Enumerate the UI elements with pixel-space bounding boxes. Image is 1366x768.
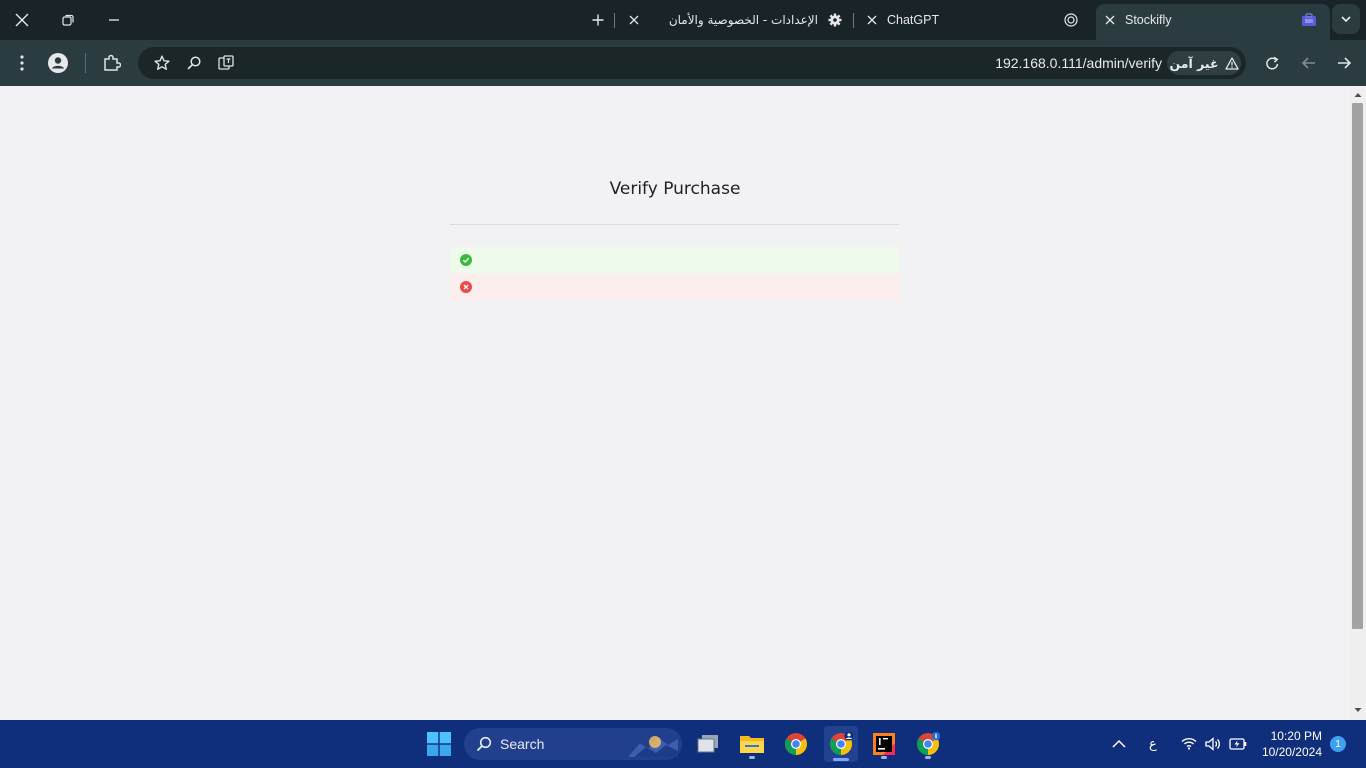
chrome-badge-icon [917,732,940,755]
profile-avatar-icon [48,53,68,73]
chrome-profile-button[interactable] [824,726,858,762]
security-label: غير آمن [1169,55,1219,71]
wifi-icon [1181,737,1197,750]
windows-start-icon [427,732,451,756]
reload-button[interactable] [1257,48,1287,78]
extensions-button[interactable] [97,48,127,78]
tab-title: الإعدادات - الخصوصية والأمان [668,13,818,27]
translate-button[interactable] [211,48,241,78]
volume-icon [1205,737,1220,751]
close-icon [1105,15,1115,25]
error-circle-icon [460,281,472,293]
minimize-icon [109,19,119,21]
plus-icon [592,14,604,26]
bookmark-star-button[interactable] [147,48,177,78]
verification-success-row [450,247,899,273]
divider [450,224,899,225]
search-icon [476,736,492,752]
translate-icon [218,55,234,70]
chrome-app-button[interactable] [912,728,944,760]
active-indicator [833,758,849,761]
forward-button[interactable] [1329,48,1359,78]
toolbar-separator [85,53,86,73]
scroll-up-arrow-icon[interactable] [1354,92,1362,98]
taskbar-search-box[interactable]: Search [464,728,682,760]
page-content: Verify Purchase [0,87,1350,720]
input-language-indicator[interactable]: ع [1149,737,1157,752]
chrome-button[interactable] [780,728,812,760]
tab-title: ChatGPT [887,13,940,27]
reload-icon [1265,56,1279,70]
profile-button[interactable] [43,48,73,78]
stockifly-favicon-icon [1302,13,1316,26]
chatgpt-logo-icon [1064,13,1078,27]
address-bar[interactable]: 192.168.0.111/admin/verify غير آمن [138,47,1246,79]
clock-button[interactable]: 10:20 PM 10/20/2024 [1256,726,1328,762]
show-hidden-icons-button[interactable] [1108,734,1130,754]
minimize-window-button[interactable] [98,6,130,34]
tab-close-button[interactable] [1101,11,1119,29]
tab-chatgpt[interactable]: ChatGPT [856,4,1090,36]
search-placeholder: Search [500,736,545,752]
url-text[interactable]: 192.168.0.111/admin/verify [995,55,1162,71]
running-indicator [749,756,755,759]
puzzle-icon [104,54,121,71]
back-button[interactable] [1293,48,1323,78]
battery-charging-icon [1229,738,1247,750]
notification-badge[interactable]: 1 [1330,736,1346,752]
arrow-right-icon [1337,57,1351,69]
close-icon [629,15,639,25]
browser-menu-button[interactable] [7,48,37,78]
verification-error-row [450,274,899,300]
zoom-button[interactable] [179,48,209,78]
gear-icon [828,13,842,27]
chevron-down-icon [1341,15,1351,22]
arrow-left-icon [1301,57,1315,69]
close-window-button[interactable] [6,6,38,34]
check-circle-icon [460,254,472,266]
file-explorer-button[interactable] [736,728,768,760]
chevron-up-icon [1112,739,1126,748]
intellij-icon [873,733,895,755]
intellij-button[interactable] [868,728,900,760]
running-indicator [881,756,887,759]
tab-stockifly[interactable]: Stockifly [1096,4,1330,40]
task-view-button[interactable] [692,728,724,760]
tab-close-button[interactable] [625,11,643,29]
scrollbar-thumb[interactable] [1352,103,1363,629]
clock-time: 10:20 PM [1270,729,1322,743]
new-tab-button[interactable] [589,11,607,29]
restore-window-button[interactable] [52,6,84,34]
close-icon [15,13,29,27]
scroll-down-arrow-icon[interactable] [1354,707,1362,713]
magnifier-icon [187,56,201,70]
clock-date: 10/20/2024 [1261,745,1322,759]
star-icon [154,55,170,70]
restore-icon [62,14,74,26]
tab-settings[interactable]: الإعدادات - الخصوصية والأمان [620,4,852,36]
browser-titlebar: الإعدادات - الخصوصية والأمان ChatGPT Sto… [0,0,1366,40]
more-vertical-icon [20,55,24,71]
running-indicator [925,756,931,759]
start-button[interactable] [423,728,455,760]
page-title: Verify Purchase [609,179,741,199]
tab-search-button[interactable] [1332,4,1360,34]
close-icon [867,15,877,25]
chrome-profile-icon [830,732,853,755]
warning-triangle-icon [1224,56,1239,70]
search-highlight-image [628,736,678,757]
tab-title: Stockifly [1125,13,1172,27]
task-view-icon [697,735,718,753]
security-chip[interactable]: غير آمن [1167,51,1241,75]
tab-close-button[interactable] [863,11,881,29]
vertical-scrollbar[interactable] [1350,87,1366,720]
windows-taskbar: Search ع 10:20 PM 10/20/2024 1 [0,720,1366,768]
tab-separator [614,13,615,28]
chrome-icon [785,733,807,755]
quick-settings-button[interactable] [1176,732,1248,756]
tab-separator [853,13,854,28]
file-explorer-icon [740,736,764,753]
